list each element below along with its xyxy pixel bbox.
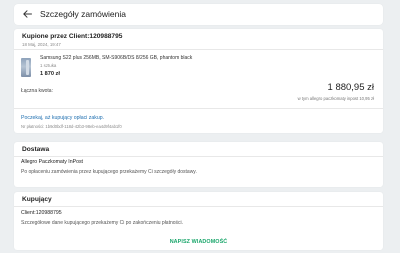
delivery-method: Allegro Paczkomaty InPost <box>21 159 83 165</box>
order-title: Kupione przez Client:120988795 <box>22 33 123 40</box>
product-name[interactable]: Samsung S22 plus 256MB, SM-S906B/DS 8/25… <box>40 55 192 61</box>
back-button[interactable] <box>20 7 34 21</box>
order-date: 18 Maj, 2024, 19:47 <box>22 42 61 47</box>
send-message-button[interactable]: NAPISZ WIADOMOŚĆ <box>14 239 383 245</box>
divider <box>14 108 383 109</box>
header-bar: Szczegóły zamówienia <box>14 4 383 25</box>
total-value: 1 880,95 zł <box>327 82 374 93</box>
product-quantity: 1 sztuka <box>40 63 57 68</box>
delivery-title: Dostawa <box>22 146 50 153</box>
total-note: w tym allegro paczkomaty inpost 10,95 zł <box>297 96 374 101</box>
page-title: Szczegóły zamówienia <box>40 9 126 19</box>
product-image-detail <box>26 60 29 75</box>
divider <box>14 49 383 50</box>
buyer-name: Client:120988795 <box>21 210 62 216</box>
payment-number: Nr płatności: 1b9d0bdf-118d-42b3-98eb-ea… <box>21 124 122 129</box>
order-card: Kupione przez Client:120988795 18 Maj, 2… <box>14 29 383 133</box>
buyer-title: Kupujący <box>22 196 52 203</box>
divider <box>14 206 383 207</box>
product-price: 1 870 zł <box>40 71 60 77</box>
delivery-card: Dostawa Allegro Paczkomaty InPost Po opł… <box>14 142 383 187</box>
payment-wait-link[interactable]: Poczekaj, aż kupujący opłaci zakup. <box>21 115 104 121</box>
arrow-left-icon <box>22 10 32 18</box>
total-label: Łączna kwota: <box>21 88 53 94</box>
buyer-info: Szczegółowe dane kupującego przekażemy C… <box>21 220 184 226</box>
delivery-info: Po opłaceniu zamówienia przez kupującego… <box>21 169 197 175</box>
divider <box>14 156 383 157</box>
buyer-card: Kupujący Client:120988795 Szczegółowe da… <box>14 192 383 250</box>
